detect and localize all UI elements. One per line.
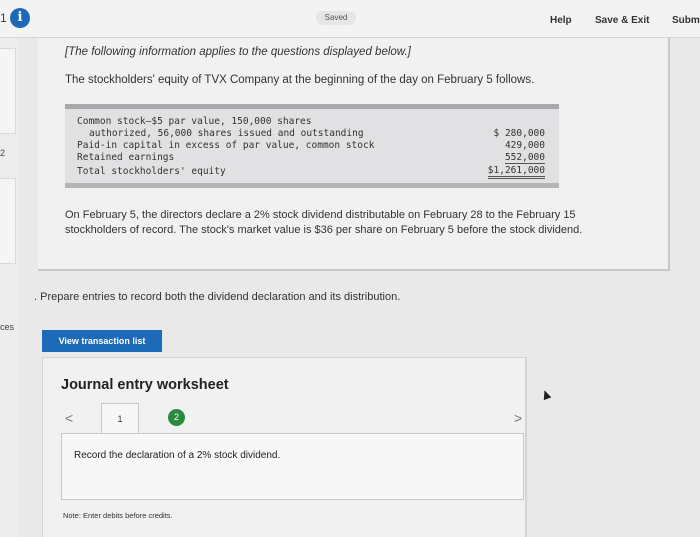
problem-paragraph: On February 5, the directors declare a 2… — [65, 209, 583, 236]
sidebar-question-tab[interactable] — [0, 48, 16, 134]
view-transaction-list-button[interactable]: View transaction list — [42, 330, 162, 352]
chevron-right-icon[interactable]: > — [514, 410, 522, 426]
equity-intro: The stockholders' equity of TVX Company … — [65, 74, 535, 86]
table-row-total: $1,261,000 — [487, 165, 545, 179]
table-row-label: authorized, 56,000 shares issued and out… — [89, 128, 364, 139]
worksheet-title: Journal entry worksheet — [61, 377, 229, 393]
problem-card: [The following information applies to th… — [38, 38, 670, 271]
table-row-value: 429,000 — [504, 140, 545, 151]
panel-divider — [526, 357, 527, 537]
help-button[interactable]: Help — [550, 15, 572, 26]
debits-note: Note: Enter debits before credits. — [63, 511, 173, 520]
table-row-label: Retained earnings — [77, 152, 175, 163]
instruction-box: Record the declaration of a 2% stock div… — [61, 433, 524, 500]
question-prompt: . Prepare entries to record both the div… — [34, 291, 401, 303]
info-icon[interactable]: i — [10, 8, 30, 28]
step-tab-2[interactable]: 2 — [168, 409, 185, 426]
submit-button[interactable]: Submi — [672, 15, 700, 26]
sidebar-question-tab[interactable] — [0, 178, 16, 264]
table-row-value: 552,000 — [504, 152, 545, 164]
save-exit-button[interactable]: Save & Exit — [595, 15, 649, 26]
table-row-label: Paid-in capital in excess of par value, … — [77, 140, 375, 151]
mouse-cursor-icon — [540, 388, 552, 401]
chevron-left-icon[interactable]: < — [65, 410, 73, 426]
intro-note: [The following information applies to th… — [65, 46, 411, 58]
step-tab-1[interactable]: 1 — [101, 403, 139, 433]
sidebar-item-2[interactable]: 2 — [0, 148, 5, 158]
journal-entry-worksheet: Journal entry worksheet < 1 2 > Record t… — [42, 357, 526, 537]
table-row-value: $ 280,000 — [493, 128, 545, 139]
sidebar-item-label[interactable]: ces — [0, 322, 14, 332]
equity-table: Common stock—$5 par value, 150,000 share… — [65, 104, 559, 188]
table-row-label: Common stock—$5 par value, 150,000 share… — [77, 116, 312, 127]
table-row-label: Total stockholders' equity — [77, 166, 226, 177]
instruction-text: Record the declaration of a 2% stock div… — [74, 450, 281, 461]
saved-status-badge: Saved — [316, 11, 356, 25]
question-number: 1 — [0, 11, 7, 25]
top-bar: 1 i Saved Help Save & Exit Submi — [0, 0, 700, 38]
question-sidebar: 2 ces — [0, 38, 18, 537]
